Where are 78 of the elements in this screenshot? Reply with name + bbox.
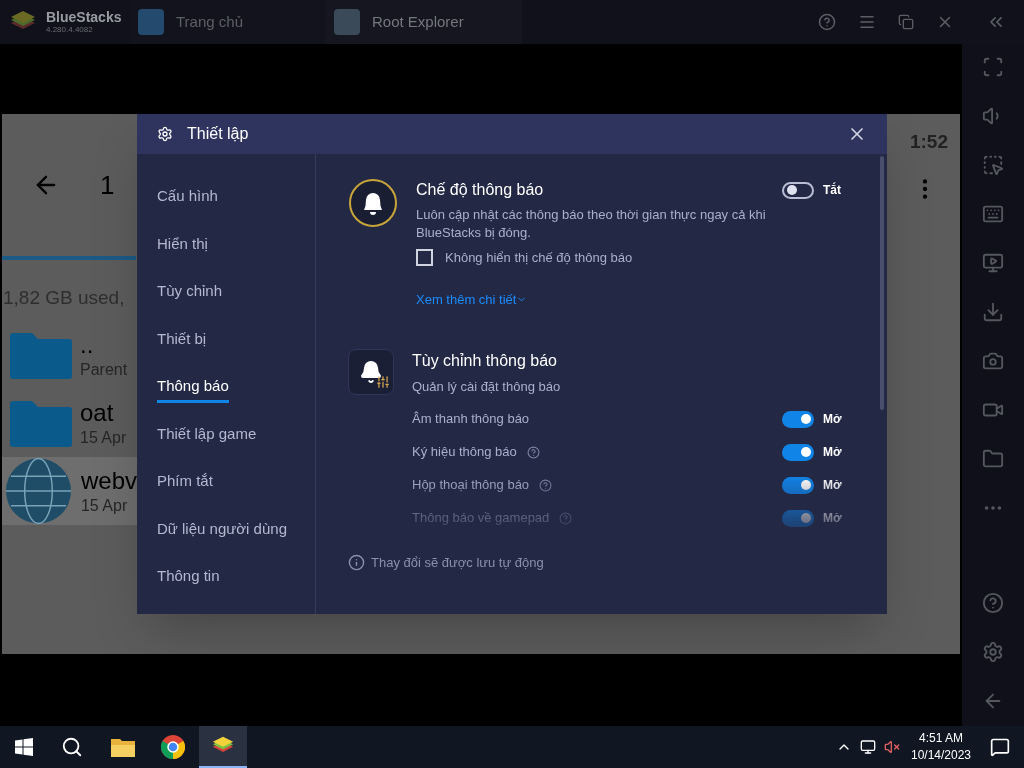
clock: 1:52: [909, 129, 948, 154]
autosave-note: Thay đổi sẽ được lưu tự động: [371, 553, 544, 572]
nav-item[interactable]: Dữ liệu người dùng: [157, 517, 287, 545]
checkbox[interactable]: [416, 249, 433, 267]
tab-label: Trang chủ: [176, 11, 243, 32]
help-icon[interactable]: [559, 511, 573, 525]
help-icon[interactable]: [526, 445, 540, 459]
nav-item[interactable]: Thông tin: [157, 565, 220, 593]
settings-icon[interactable]: [982, 641, 1004, 663]
folder-icon[interactable]: [111, 737, 135, 757]
settings-icon: [157, 126, 173, 142]
app-icon: [334, 9, 360, 35]
toggle-state: Mở: [823, 510, 843, 527]
menu-icon[interactable]: [858, 13, 876, 31]
checkbox-label: Không hiển thị chế độ thông báo: [445, 249, 633, 267]
file-name: oat: [80, 397, 115, 428]
bell-icon: [348, 178, 398, 228]
section-title: Chế độ thông báo: [416, 180, 544, 200]
restore-icon[interactable]: [898, 14, 914, 30]
option-label: Âm thanh thông báo: [412, 410, 530, 429]
nav-item[interactable]: Thiết lập game: [157, 422, 257, 450]
nav-item[interactable]: Cấu hình: [157, 185, 218, 213]
nav-item[interactable]: Thiết bị: [157, 327, 207, 355]
toggle-switch[interactable]: [782, 476, 814, 494]
nav-item[interactable]: Thông báo: [157, 375, 229, 403]
file-name: webv: [80, 465, 137, 496]
media-play-icon[interactable]: [982, 252, 1004, 274]
browser-icon[interactable]: [161, 735, 185, 759]
folder-icon: [10, 398, 72, 447]
fullscreen-icon[interactable]: [982, 56, 1004, 78]
network-icon[interactable]: [860, 739, 876, 755]
section-title: Tùy chỉnh thông báo: [412, 351, 558, 371]
toggle-switch[interactable]: [782, 181, 814, 199]
clock-time[interactable]: 4:51 AM: [919, 730, 963, 747]
search-icon[interactable]: [61, 736, 83, 758]
more-details-link[interactable]: Xem thêm chi tiết: [416, 289, 528, 309]
file-name: ..: [80, 329, 95, 360]
option-label: Hộp thoại thông báo: [412, 476, 530, 495]
muted-speaker-icon[interactable]: [884, 739, 900, 755]
folder-title: 1: [100, 168, 115, 202]
app-name: BlueStacks: [46, 10, 122, 24]
notifications-icon[interactable]: [990, 737, 1010, 757]
info-icon: [348, 553, 365, 571]
help-icon[interactable]: [539, 478, 553, 492]
app-tab[interactable]: Root Explorer: [326, 0, 522, 44]
toggle-state: Tắt: [823, 181, 842, 199]
nav-item[interactable]: Hiển thị: [157, 232, 208, 260]
toggle-switch[interactable]: [782, 443, 814, 461]
option-label: Thông báo về gamepad: [412, 509, 550, 528]
camera-icon[interactable]: [982, 350, 1004, 372]
pointer-icon[interactable]: [982, 154, 1004, 176]
section-subtitle: Quản lý cài đặt thông báo: [412, 378, 562, 396]
option-label: Ký hiệu thông báo: [412, 443, 517, 462]
scrollbar-thumb[interactable]: [880, 156, 884, 410]
file-detail: 15 Apr: [80, 495, 129, 516]
nav-item[interactable]: Tùy chỉnh: [157, 280, 223, 308]
file-row[interactable]: webv 15 Apr: [2, 456, 137, 525]
nav-item[interactable]: Phím tắt: [157, 470, 213, 498]
folder-icon: [10, 330, 72, 379]
globe-icon: [4, 455, 73, 526]
toggle-state: Mở: [823, 411, 843, 428]
keyboard-icon[interactable]: [982, 203, 1004, 225]
bell-settings-icon: [348, 349, 394, 395]
download-icon[interactable]: [982, 301, 1004, 323]
toggle-switch[interactable]: [782, 509, 814, 527]
app-version: 4.280.4.4082: [46, 26, 94, 34]
toggle-switch[interactable]: [782, 410, 814, 428]
clock-date[interactable]: 10/14/2023: [910, 747, 972, 764]
toggle-state: Mở: [823, 444, 843, 461]
dialog-title: Thiết lập: [187, 124, 249, 144]
tab-label: Root Explorer: [372, 11, 464, 32]
help-icon[interactable]: [818, 13, 836, 31]
section-description: Luôn cập nhật các thông báo theo thời gian thực ngay cả khi BlueStacks bị đóng.: [416, 206, 767, 242]
help-icon[interactable]: [982, 592, 1004, 614]
active-app-button[interactable]: [199, 726, 247, 768]
app-icon: [138, 9, 164, 35]
windows-logo-icon[interactable]: [15, 738, 33, 756]
toggle-state: Mở: [823, 477, 843, 494]
